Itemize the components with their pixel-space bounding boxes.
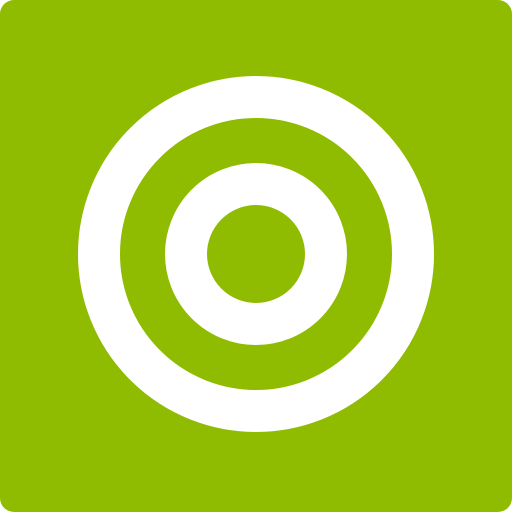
app-icon[interactable] bbox=[0, 0, 512, 512]
target-icon bbox=[0, 0, 512, 512]
